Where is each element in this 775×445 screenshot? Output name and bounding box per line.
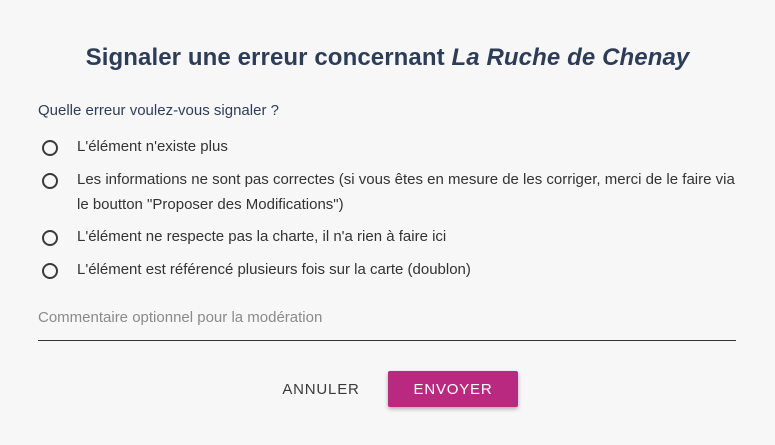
comment-field[interactable] [38, 302, 736, 341]
send-button[interactable]: Envoyer [388, 371, 518, 407]
option-label: Les informations ne sont pas correctes (… [77, 171, 735, 213]
option-duplicate[interactable]: L'élément est référencé plusieurs fois s… [38, 260, 737, 282]
report-error-dialog: Signaler une erreur concernant La Ruche … [0, 0, 775, 445]
option-element-no-longer-exists[interactable]: L'élément n'existe plus [38, 137, 737, 159]
comment-input[interactable] [38, 302, 736, 332]
option-label: L'élément n'existe plus [77, 138, 228, 155]
dialog-title-prefix: Signaler une erreur concernant [85, 44, 452, 71]
option-label: L'élément ne respecte pas la charte, il … [77, 228, 447, 245]
radio-button[interactable] [42, 263, 58, 279]
cancel-button[interactable]: Annuler [278, 371, 364, 407]
question-label: Quelle erreur voulez-vous signaler ? [38, 102, 279, 119]
radio-button[interactable] [42, 140, 58, 156]
option-label: L'élément est référencé plusieurs fois s… [77, 261, 471, 278]
radio-button[interactable] [42, 173, 58, 189]
dialog-title-element-name: La Ruche de Chenay [451, 44, 690, 71]
option-incorrect-information[interactable]: Les informations ne sont pas correctes (… [38, 170, 737, 217]
radio-button[interactable] [42, 230, 58, 246]
dialog-title: Signaler une erreur concernant La Ruche … [0, 44, 775, 72]
option-violates-charter[interactable]: L'élément ne respecte pas la charte, il … [38, 227, 737, 249]
